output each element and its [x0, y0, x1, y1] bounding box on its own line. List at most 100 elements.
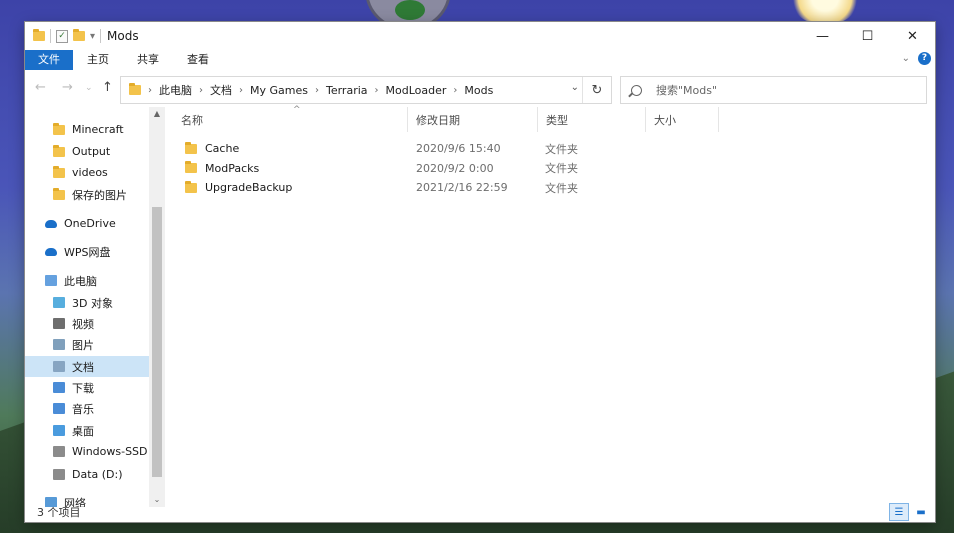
nav-item[interactable]: 文档: [25, 356, 149, 377]
close-button[interactable]: ✕: [890, 22, 935, 50]
chevron-down-icon[interactable]: ⌄: [571, 82, 579, 93]
separator: [100, 29, 102, 43]
large-icons-view-icon[interactable]: ▬: [911, 503, 931, 521]
minimize-button[interactable]: —: [800, 22, 845, 50]
breadcrumb-item[interactable]: Terraria: [326, 84, 368, 97]
nav-item-label: 3D 对象: [72, 296, 113, 310]
tab-home[interactable]: 主页: [73, 50, 123, 70]
column-header-size[interactable]: 大小: [646, 107, 719, 132]
tab-share[interactable]: 共享: [123, 50, 173, 70]
nav-item[interactable]: Data (D:): [25, 464, 149, 485]
nav-item[interactable]: 图片: [25, 334, 149, 355]
nav-item-label: Data (D:): [72, 468, 123, 481]
nav-item[interactable]: 下载: [25, 377, 149, 398]
nav-item-label: 图片: [72, 338, 94, 352]
scroll-thumb[interactable]: [152, 207, 162, 477]
search-box[interactable]: 搜索"Mods": [620, 76, 927, 104]
help-icon[interactable]: ?: [918, 52, 931, 65]
folder-icon: [129, 83, 141, 95]
maximize-button[interactable]: ☐: [845, 22, 890, 50]
nav-item-label: 下载: [72, 381, 94, 395]
nav-item[interactable]: 保存的图片: [25, 184, 149, 205]
nav-item-label: videos: [72, 166, 108, 179]
chevron-right-icon[interactable]: ›: [148, 85, 152, 96]
refresh-button[interactable]: ↻: [582, 77, 611, 103]
breadcrumb-item[interactable]: 此电脑: [159, 82, 192, 98]
nav-item[interactable]: OneDrive: [25, 213, 149, 234]
nav-item[interactable]: videos: [25, 162, 149, 183]
breadcrumb-item[interactable]: My Games: [250, 84, 308, 97]
tab-view[interactable]: 查看: [173, 50, 223, 70]
item-count: 3 个项目: [37, 506, 81, 519]
nav-item-label: 音乐: [72, 402, 94, 416]
nav-item[interactable]: 3D 对象: [25, 292, 149, 313]
nav-item-label: WPS网盘: [64, 245, 111, 259]
quick-access-toolbar: ✓ ▾: [33, 29, 102, 43]
picture-icon: [53, 339, 65, 350]
scroll-up-icon[interactable]: ▲: [149, 107, 165, 121]
nav-item-label: 文档: [72, 360, 94, 374]
column-header-type[interactable]: 类型: [538, 107, 646, 132]
nav-scrollbar[interactable]: ▲ ⌄: [149, 107, 165, 507]
file-modified: 2021/2/16 22:59: [416, 181, 508, 194]
separator: [50, 29, 51, 43]
nav-item[interactable]: Minecraft: [25, 119, 149, 140]
chevron-right-icon[interactable]: ›: [199, 85, 203, 96]
new-folder-icon[interactable]: [73, 29, 85, 41]
nav-item-label: 保存的图片: [72, 188, 127, 202]
file-name: ModPacks: [205, 161, 260, 175]
folder-icon: [53, 144, 65, 157]
folder-icon: [185, 141, 197, 154]
ribbon-right: ⌄ ?: [902, 52, 931, 65]
file-type: 文件夹: [545, 162, 578, 175]
nav-item[interactable]: Output: [25, 141, 149, 162]
ribbon-tabs: 文件 主页 共享 查看 ⌄ ?: [25, 50, 935, 70]
nav-item-label: 视频: [72, 317, 94, 331]
nav-item[interactable]: 桌面: [25, 420, 149, 441]
title-bar[interactable]: ✓ ▾ Mods — ☐ ✕: [25, 22, 935, 50]
forward-arrow-icon[interactable]: →: [62, 80, 73, 95]
chevron-right-icon[interactable]: ›: [239, 85, 243, 96]
column-header-name[interactable]: 名称: [173, 107, 408, 132]
nav-item[interactable]: WPS网盘: [25, 241, 149, 262]
breadcrumb-item[interactable]: Mods: [464, 84, 493, 97]
file-modified: 2020/9/6 15:40: [416, 142, 501, 155]
up-arrow-icon[interactable]: ↑: [102, 80, 113, 95]
properties-icon[interactable]: ✓: [56, 29, 68, 43]
window-controls: — ☐ ✕: [800, 22, 935, 50]
chevron-right-icon[interactable]: ›: [453, 85, 457, 96]
nav-item-label: 此电脑: [64, 274, 97, 288]
desktop-icon: [53, 425, 65, 436]
breadcrumb-item[interactable]: 文档: [210, 82, 232, 98]
document-icon: [53, 361, 65, 372]
file-row[interactable]: UpgradeBackup 2021/2/16 22:59 文件夹: [181, 178, 721, 197]
navigation-bar: ← → ⌄ ↑ › 此电脑 › 文档 › My Games › Terraria…: [25, 74, 935, 104]
file-row[interactable]: ModPacks 2020/9/2 0:00 文件夹: [181, 159, 721, 178]
navigation-pane: Minecraft Output videos 保存的图片 OneDrive WPS网盘此…: [25, 107, 165, 507]
details-view-icon[interactable]: ☰: [889, 503, 909, 521]
column-header-modified[interactable]: 修改日期: [408, 107, 538, 132]
file-name: Cache: [205, 142, 240, 155]
recent-locations-icon[interactable]: ⌄: [85, 83, 93, 93]
search-placeholder: 搜索"Mods": [656, 84, 718, 97]
nav-item[interactable]: 视频: [25, 313, 149, 334]
tab-file[interactable]: 文件: [25, 50, 73, 70]
nav-item-label: Output: [72, 145, 111, 158]
nav-item[interactable]: 此电脑: [25, 270, 149, 291]
file-row[interactable]: Cache 2020/9/6 15:40 文件夹: [181, 139, 721, 158]
download-icon: [53, 382, 65, 393]
nav-item[interactable]: 音乐: [25, 398, 149, 419]
file-list: ^ 名称 修改日期 类型 大小 Cache 2020/9/6 15:40 文件夹 Mo…: [173, 105, 935, 507]
video-icon: [53, 318, 65, 329]
chevron-right-icon[interactable]: ›: [375, 85, 379, 96]
breadcrumb-item[interactable]: ModLoader: [386, 84, 447, 97]
drive-icon: [53, 446, 65, 457]
nav-item-label: 桌面: [72, 424, 94, 438]
address-bar[interactable]: › 此电脑 › 文档 › My Games › Terraria › ModLo…: [120, 76, 612, 104]
cloud-icon: [45, 219, 57, 228]
customize-toolbar-icon[interactable]: ▾: [90, 31, 95, 42]
expand-ribbon-icon[interactable]: ⌄: [902, 53, 910, 64]
nav-item[interactable]: Windows-SSD (: [25, 441, 149, 462]
back-arrow-icon[interactable]: ←: [35, 80, 46, 95]
chevron-right-icon[interactable]: ›: [315, 85, 319, 96]
